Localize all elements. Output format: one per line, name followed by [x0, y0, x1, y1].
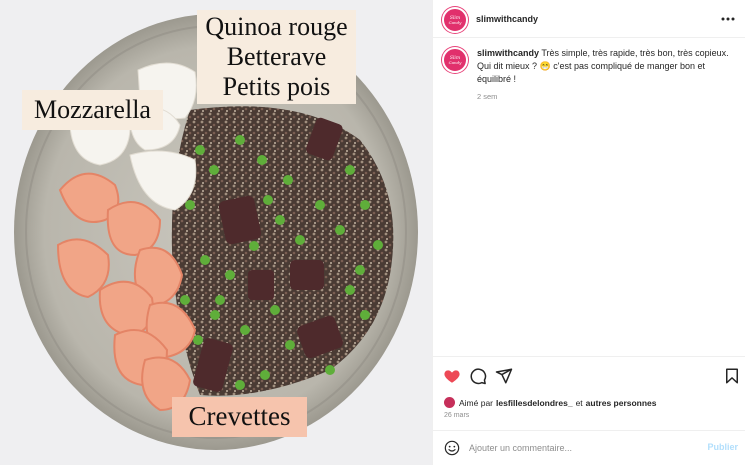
comment-bar: Publier — [433, 430, 745, 466]
comment-input[interactable] — [469, 440, 689, 456]
comment-button[interactable] — [469, 367, 487, 385]
post-modal: Quinoa rouge Betterave Petits pois Mozza… — [0, 0, 745, 465]
post-photo[interactable]: Quinoa rouge Betterave Petits pois Mozza… — [0, 0, 432, 465]
caption-avatar[interactable]: Slim Candy — [442, 47, 468, 73]
label-mozzarella: Mozzarella — [22, 90, 163, 130]
avatar[interactable]: Slim Candy — [442, 7, 468, 33]
publish-button[interactable]: Publier — [707, 442, 738, 452]
username-link[interactable]: slimwithcandy — [476, 14, 538, 24]
save-button[interactable] — [723, 367, 741, 385]
label-crevettes: Crevettes — [172, 397, 307, 437]
label-betterave: Betterave — [226, 42, 327, 71]
like-button[interactable] — [443, 367, 461, 385]
avatar-logo-icon: Slim Candy — [445, 10, 465, 30]
likes-middle: et — [575, 397, 583, 408]
smiley-icon — [444, 440, 460, 456]
label-quinoa-betterave-petits-pois: Quinoa rouge Betterave Petits pois — [197, 10, 356, 104]
post-header: Slim Candy slimwithcandy — [433, 0, 745, 38]
svg-text:Candy: Candy — [449, 60, 463, 65]
bookmark-icon — [726, 368, 738, 384]
likes-prefix: Aimé par — [459, 397, 494, 408]
share-button[interactable] — [495, 367, 513, 385]
paper-plane-icon — [495, 368, 513, 384]
svg-text:Candy: Candy — [449, 20, 463, 25]
heart-filled-icon — [444, 370, 460, 383]
post-date[interactable]: 26 mars — [444, 412, 469, 419]
post-sidebar: Slim Candy slimwithcandy Slim Candy slim… — [432, 0, 745, 465]
post-actions: Aimé par lesfillesdelondres_ et autres p… — [433, 356, 745, 465]
more-options-button[interactable] — [720, 11, 736, 27]
label-quinoa: Quinoa rouge — [205, 12, 348, 41]
comment-icon — [470, 368, 487, 385]
caption: Slim Candy slimwithcandy Très simple, tr… — [442, 47, 737, 101]
caption-username[interactable]: slimwithcandy — [477, 48, 539, 58]
likes-summary: Aimé par lesfillesdelondres_ et autres p… — [444, 397, 657, 408]
avatar-logo-icon: Slim Candy — [445, 50, 465, 70]
other-likers-link[interactable]: autres personnes — [586, 398, 657, 408]
liker-username-link[interactable]: lesfillesdelondres_ — [496, 398, 573, 408]
emoji-button[interactable] — [444, 440, 460, 456]
label-petits-pois: Petits pois — [222, 72, 331, 101]
caption-body: slimwithcandy Très simple, très rapide, … — [477, 47, 737, 86]
liker-avatar[interactable] — [444, 397, 455, 408]
more-horizontal-icon — [721, 17, 735, 21]
caption-timestamp[interactable]: 2 sem — [477, 92, 737, 101]
